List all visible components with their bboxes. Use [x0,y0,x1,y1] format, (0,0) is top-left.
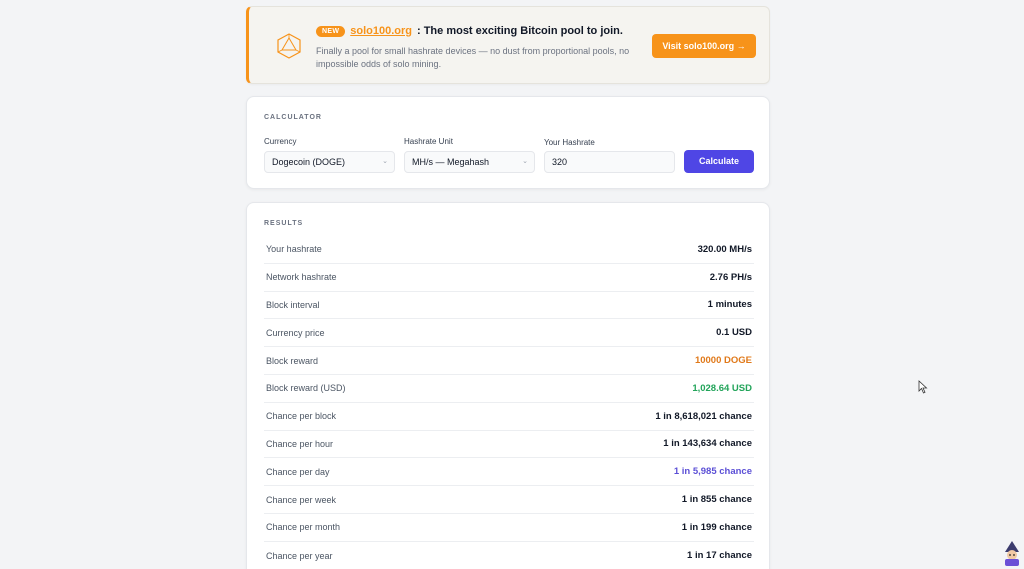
unit-value: MH/s — Megahash [412,157,490,167]
banner-heading: NEW solo100.org : The most exciting Bitc… [316,23,646,39]
calculate-button[interactable]: Calculate [684,150,754,173]
result-value: 1 in 199 chance [681,521,752,533]
mouse-cursor-icon [918,380,928,394]
results-heading: RESULTS [264,220,304,227]
pool-logo-icon [277,33,301,59]
result-label: Currency price [266,327,325,338]
result-value: 1 in 17 chance [687,550,752,562]
results-card: RESULTS Your hashrate 320.00 MH/s Network … [246,202,770,569]
hashrate-input[interactable]: 320 [544,151,675,173]
result-label: Your hashrate [266,244,322,255]
result-row: Chance per year 1 in 17 chance [264,542,754,569]
visit-solo100-button[interactable]: Visit solo100.org → [652,34,756,58]
result-row: Chance per block 1 in 8,618,021 chance [264,403,754,431]
result-value: 0.1 USD [716,327,752,339]
result-row: Chance per hour 1 in 143,634 chance [264,431,754,459]
result-value: 1 in 5,985 chance [673,466,752,478]
calculator-card: CALCULATOR Currency Dogecoin (DOGE) ⌄ Ha… [246,96,770,189]
solo100-link[interactable]: solo100.org [350,25,412,37]
result-row: Chance per month 1 in 199 chance [264,514,754,542]
result-row: Block interval 1 minutes [264,292,754,320]
result-value: 10000 DOGE [694,355,752,367]
chevron-down-icon: ⌄ [382,158,388,165]
result-value: 2.76 PH/s [709,271,752,283]
result-label: Chance per year [266,550,333,561]
result-label: Chance per block [266,411,337,422]
result-label: Block reward [266,355,319,366]
result-label: Block reward (USD) [266,383,346,394]
hashrate-unit-select[interactable]: MH/s — Megahash ⌄ [404,151,535,173]
result-value: 320.00 MH/s [697,243,752,255]
result-row: Block reward 10000 DOGE [264,347,754,375]
result-label: Chance per week [266,494,337,505]
result-label: Network hashrate [266,272,337,283]
result-row: Your hashrate 320.00 MH/s [264,236,754,264]
result-row: Network hashrate 2.76 PH/s [264,264,754,292]
result-row: Chance per week 1 in 855 chance [264,486,754,514]
result-value: 1 minutes [707,299,752,311]
result-label: Chance per month [266,522,341,533]
result-value: 1 in 855 chance [681,494,752,506]
currency-value: Dogecoin (DOGE) [272,157,346,167]
result-value: 1 in 8,618,021 chance [655,410,752,422]
result-label: Chance per day [266,466,330,477]
result-row: Currency price 0.1 USD [264,319,754,348]
results-list: Your hashrate 320.00 MH/s Network hashrate… [264,236,754,569]
mascot-icon [1005,541,1019,566]
page-content: NEW solo100.org : The most exciting Bitc… [246,6,770,569]
new-badge: NEW [316,25,346,37]
result-label: Chance per hour [266,438,334,449]
calculator-heading: CALCULATOR [264,114,322,121]
result-row: Chance per day 1 in 5,985 chance [264,458,754,487]
result-value: 1 in 143,634 chance [663,438,752,450]
currency-select[interactable]: Dogecoin (DOGE) ⌄ [264,151,395,173]
result-row: Block reward (USD) 1,028.64 USD [264,375,754,403]
chevron-down-icon: ⌄ [522,158,528,165]
banner-text: NEW solo100.org : The most exciting Bitc… [316,23,646,71]
banner-title: : The most exciting Bitcoin pool to join… [416,25,623,37]
result-label: Block interval [266,299,320,310]
result-value: 1,028.64 USD [692,382,752,394]
currency-label: Currency [264,137,297,146]
banner-subtitle: Finally a pool for small hashrate device… [316,46,630,69]
promo-banner: NEW solo100.org : The most exciting Bitc… [246,6,770,84]
unit-label: Hashrate Unit [404,137,453,146]
hashrate-label: Your Hashrate [544,138,595,147]
